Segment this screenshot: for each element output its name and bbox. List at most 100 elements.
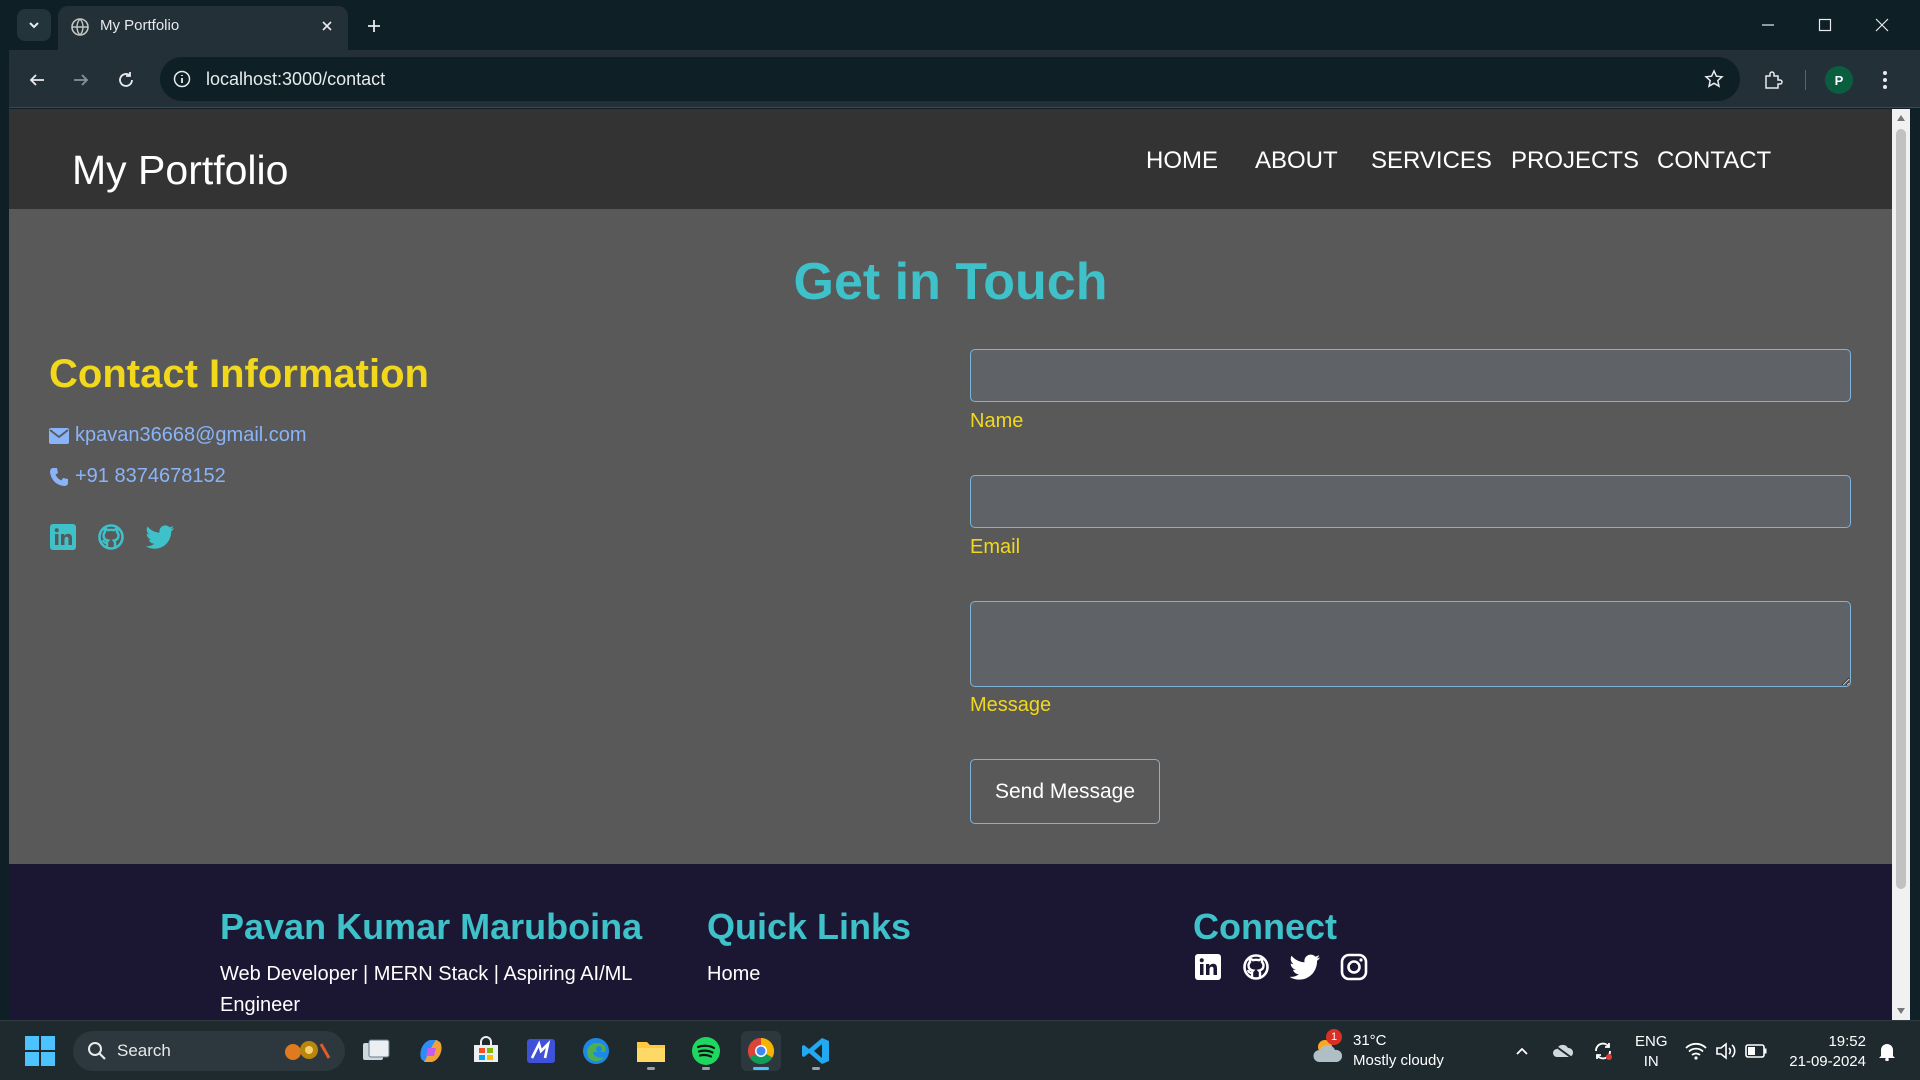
tab-close-button[interactable] <box>316 15 338 37</box>
github-link[interactable] <box>97 523 125 551</box>
region-code: IN <box>1643 1053 1659 1070</box>
linkedin-icon <box>1195 954 1221 980</box>
language-indicator[interactable]: ENG IN <box>1635 1032 1668 1072</box>
email-field[interactable] <box>970 475 1851 528</box>
twitter-icon <box>1290 954 1320 980</box>
linkedin-link[interactable] <box>49 523 77 551</box>
reload-icon <box>119 72 133 87</box>
linkedin-icon <box>50 524 76 550</box>
app-icon <box>527 1039 555 1063</box>
nav-about[interactable]: ABOUT <box>1255 147 1338 175</box>
send-message-button[interactable]: Send Message <box>970 759 1160 824</box>
nav-projects[interactable]: PROJECTS <box>1511 147 1639 175</box>
weather-temperature: 31°C <box>1353 1032 1387 1049</box>
footer-link-home[interactable]: Home <box>707 959 760 990</box>
scroll-up-arrow[interactable] <box>1896 112 1906 124</box>
battery-tray-button[interactable] <box>1744 1039 1768 1063</box>
footer-linkedin-link[interactable] <box>1193 952 1223 982</box>
email-link[interactable]: kpavan36668@gmail.com <box>75 424 307 447</box>
scroll-down-arrow[interactable] <box>1896 1005 1906 1017</box>
connect-title: Connect <box>1193 906 1337 947</box>
bookmark-button[interactable] <box>1702 67 1726 91</box>
forward-button[interactable] <box>66 65 96 95</box>
start-button[interactable] <box>20 1031 60 1071</box>
site-info-button[interactable] <box>170 67 194 91</box>
maximize-icon <box>1818 18 1832 32</box>
close-window-button[interactable] <box>1862 10 1902 40</box>
system-clock[interactable]: 19:52 21-09-2024 <box>1784 1032 1866 1072</box>
microsoft-store-button[interactable] <box>466 1031 506 1071</box>
sync-tray-button[interactable] <box>1591 1039 1615 1063</box>
search-highlight-icon <box>285 1041 331 1060</box>
puzzle-icon <box>1765 71 1783 89</box>
globe-icon <box>71 18 89 36</box>
taskbar-search[interactable]: Search <box>73 1031 345 1071</box>
name-field[interactable] <box>970 349 1851 402</box>
weather-widget[interactable]: 1 <box>1308 1029 1348 1071</box>
footer-twitter-link[interactable] <box>1290 952 1320 982</box>
extensions-button[interactable] <box>1758 65 1788 95</box>
email-label: Email <box>970 536 1021 558</box>
plus-icon <box>368 20 380 32</box>
show-hidden-icons-button[interactable] <box>1510 1039 1534 1063</box>
chevron-up-icon <box>1516 1047 1528 1055</box>
scroll-thumb[interactable] <box>1896 129 1906 889</box>
address-bar[interactable]: localhost:3000/contact <box>160 57 1740 101</box>
more-vertical-icon <box>1883 71 1887 89</box>
message-label: Message <box>970 694 1052 716</box>
message-field[interactable] <box>970 601 1851 687</box>
copilot-button[interactable] <box>411 1031 451 1071</box>
edge-icon <box>583 1038 609 1064</box>
footer-instagram-link[interactable] <box>1339 952 1369 982</box>
spotify-button[interactable] <box>686 1031 726 1071</box>
site-brand[interactable]: My Portfolio <box>72 147 288 194</box>
nav-contact[interactable]: CONTACT <box>1657 147 1771 175</box>
github-icon <box>98 524 124 550</box>
sync-icon <box>1595 1042 1612 1060</box>
search-label: Search <box>117 1041 171 1060</box>
browser-menu-button[interactable] <box>1870 65 1900 95</box>
page-scrollbar[interactable] <box>1892 109 1910 1020</box>
arrow-right-icon <box>74 74 89 86</box>
chrome-button[interactable] <box>741 1031 781 1071</box>
page-viewport: My Portfolio HOME ABOUT SERVICES PROJECT… <box>9 109 1892 1020</box>
minimize-button[interactable] <box>1748 10 1788 40</box>
phone-row[interactable]: +91 8374678152 <box>49 465 226 488</box>
notifications-button[interactable] <box>1875 1039 1899 1063</box>
email-row[interactable]: kpavan36668@gmail.com <box>49 424 307 447</box>
tab-search-button[interactable] <box>17 9 51 41</box>
folder-icon <box>637 1042 665 1062</box>
twitter-link[interactable] <box>146 523 174 551</box>
edge-button[interactable] <box>576 1031 616 1071</box>
running-indicator <box>702 1067 710 1070</box>
file-explorer-button[interactable] <box>631 1031 671 1071</box>
nav-services[interactable]: SERVICES <box>1371 147 1492 175</box>
nav-home[interactable]: HOME <box>1146 147 1218 175</box>
reload-button[interactable] <box>111 65 141 95</box>
speaker-icon <box>1716 1042 1736 1060</box>
vscode-button[interactable] <box>796 1031 836 1071</box>
profile-avatar[interactable]: P <box>1825 66 1853 94</box>
twitter-icon <box>146 525 174 549</box>
quick-links-title: Quick Links <box>707 906 912 947</box>
app-button-1[interactable] <box>521 1031 561 1071</box>
wifi-tray-button[interactable] <box>1684 1039 1708 1063</box>
arrow-left-icon <box>29 74 44 86</box>
back-button[interactable] <box>22 65 52 95</box>
minimize-icon <box>1762 24 1774 26</box>
footer-github-link[interactable] <box>1241 952 1271 982</box>
footer-tagline: Web Developer | MERN Stack | Aspiring AI… <box>220 963 632 1016</box>
phone-icon <box>50 467 68 486</box>
volume-tray-button[interactable] <box>1714 1039 1738 1063</box>
maximize-button[interactable] <box>1805 10 1845 40</box>
site-header: My Portfolio HOME ABOUT SERVICES PROJECT… <box>9 109 1892 209</box>
vscode-icon <box>802 1038 829 1064</box>
phone-link[interactable]: +91 8374678152 <box>75 465 226 488</box>
battery-icon <box>1745 1044 1767 1058</box>
onedrive-tray-button[interactable] <box>1551 1039 1575 1063</box>
bell-icon <box>1879 1044 1895 1061</box>
new-tab-button[interactable] <box>360 12 388 40</box>
store-icon <box>474 1036 498 1062</box>
browser-tab[interactable]: My Portfolio <box>58 6 348 50</box>
task-view-button[interactable] <box>356 1031 396 1071</box>
